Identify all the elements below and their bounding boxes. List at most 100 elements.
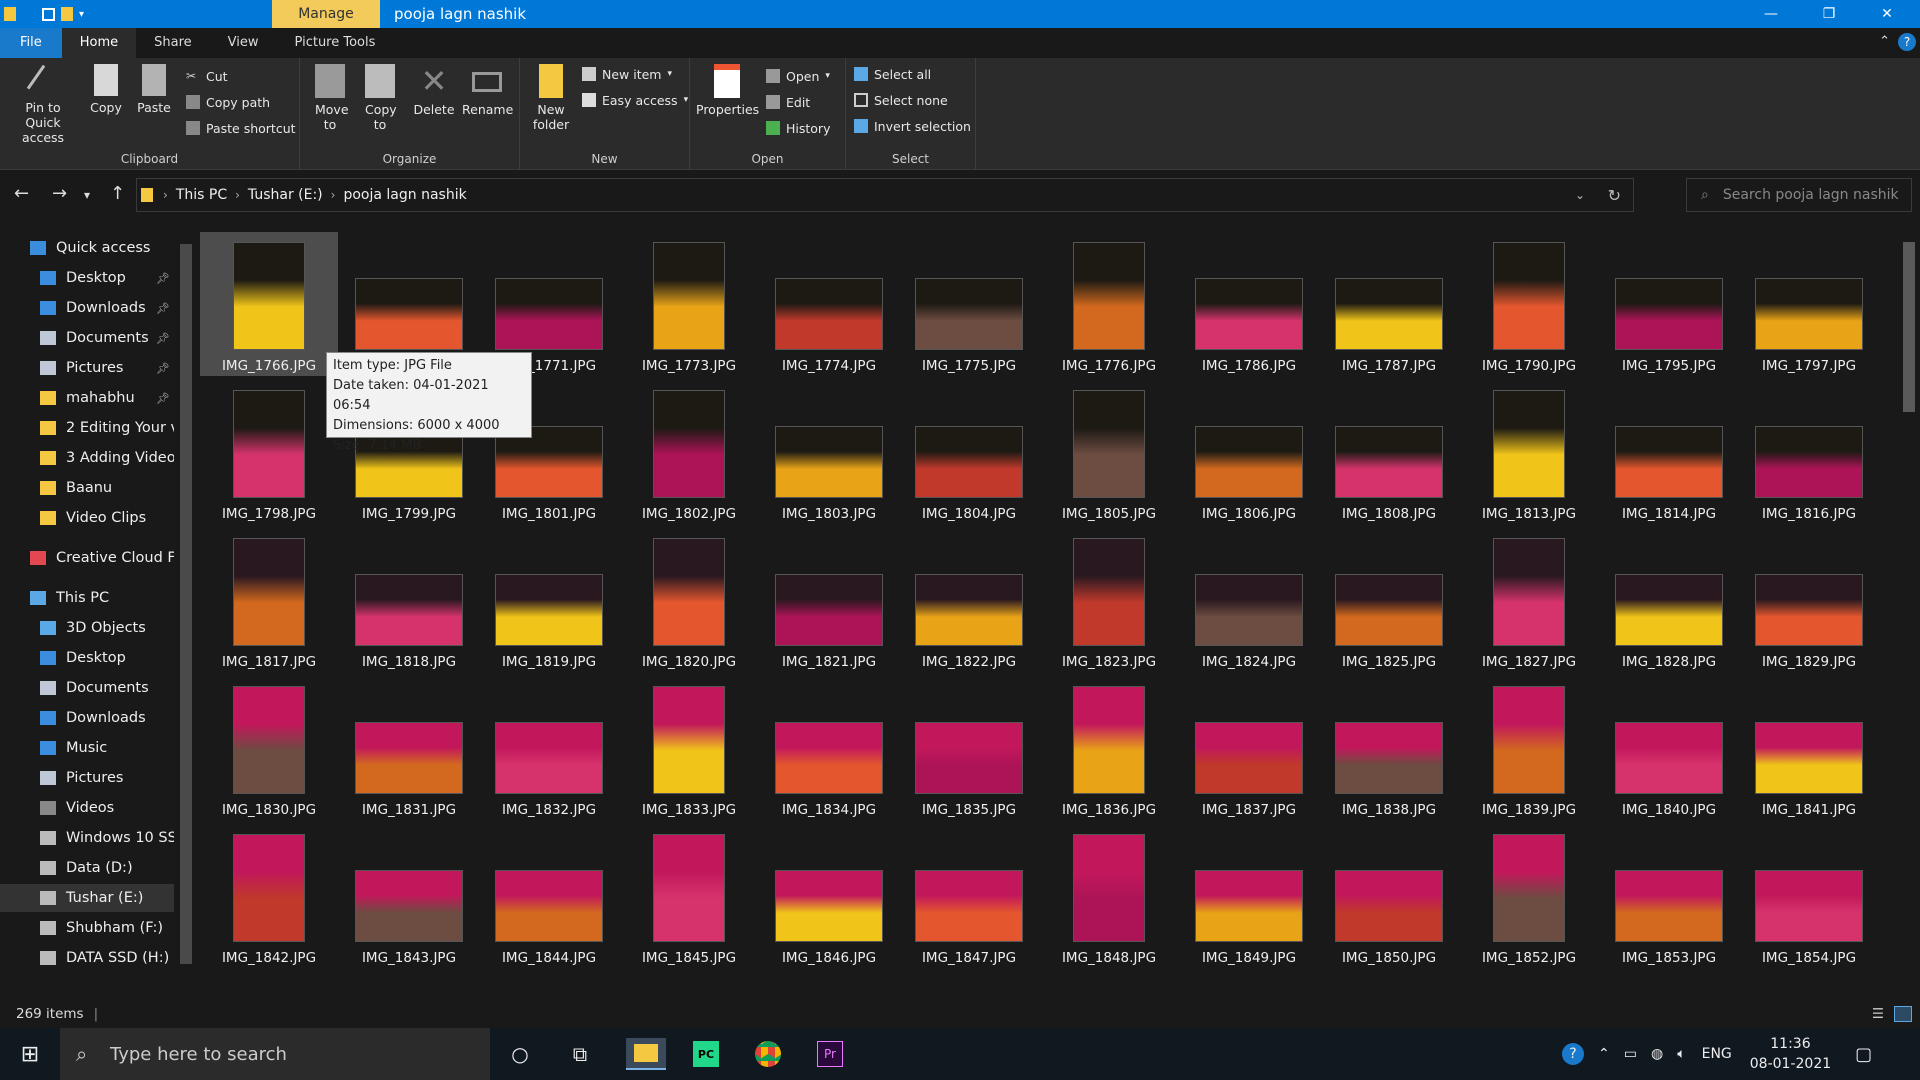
- pin-quick-access-button[interactable]: Pin to Quick access: [6, 64, 80, 145]
- nav-item[interactable]: Creative Cloud File: [0, 544, 174, 572]
- recent-locations-icon[interactable]: ▾: [84, 188, 90, 202]
- manage-tab[interactable]: Manage: [272, 0, 380, 28]
- chrome-icon[interactable]: [752, 1038, 784, 1070]
- cut-button[interactable]: ✂ Cut: [186, 66, 228, 86]
- file-item[interactable]: IMG_1824.JPG: [1180, 528, 1318, 672]
- task-view-icon[interactable]: ⧉: [564, 1038, 596, 1070]
- checkbox-icon[interactable]: [42, 7, 55, 21]
- file-item[interactable]: IMG_1829.JPG: [1740, 528, 1878, 672]
- cortana-icon[interactable]: ○: [504, 1038, 536, 1070]
- nav-item[interactable]: Desktop 📌︎: [0, 264, 174, 292]
- history-button[interactable]: History: [766, 118, 830, 138]
- chevron-up-icon[interactable]: ⌃: [1598, 1046, 1610, 1062]
- file-item[interactable]: IMG_1803.JPG: [760, 380, 898, 524]
- file-item[interactable]: IMG_1798.JPG: [200, 380, 338, 524]
- premiere-pro-icon[interactable]: Pr: [814, 1038, 846, 1070]
- file-item[interactable]: IMG_1776.JPG: [1040, 232, 1178, 376]
- file-item[interactable]: IMG_1847.JPG: [900, 824, 1038, 968]
- file-item[interactable]: IMG_1854.JPG: [1740, 824, 1878, 968]
- file-item[interactable]: IMG_1825.JPG: [1320, 528, 1458, 672]
- nav-item[interactable]: Windows 10 SSD: [0, 824, 174, 852]
- tab-share[interactable]: Share: [136, 28, 210, 58]
- back-arrow-icon[interactable]: ←: [14, 183, 29, 204]
- nav-item[interactable]: Downloads: [0, 704, 174, 732]
- collapse-ribbon-icon[interactable]: ⌃: [1879, 34, 1890, 49]
- file-item[interactable]: IMG_1817.JPG: [200, 528, 338, 672]
- file-item[interactable]: IMG_1844.JPG: [480, 824, 618, 968]
- volume-icon[interactable]: 🔈︎: [1677, 1046, 1685, 1062]
- up-arrow-icon[interactable]: ↑: [110, 183, 125, 204]
- file-item[interactable]: IMG_1846.JPG: [760, 824, 898, 968]
- taskbar-search-input[interactable]: ⌕ Type here to search: [60, 1028, 490, 1080]
- details-view-icon[interactable]: ☰: [1872, 1006, 1884, 1022]
- file-item[interactable]: IMG_1828.JPG: [1600, 528, 1738, 672]
- breadcrumb-drive[interactable]: Tushar (E:): [248, 187, 323, 203]
- file-item[interactable]: IMG_1773.JPG: [620, 232, 758, 376]
- file-item[interactable]: IMG_1805.JPG: [1040, 380, 1178, 524]
- help-icon[interactable]: ?: [1898, 33, 1916, 51]
- file-item[interactable]: IMG_1795.JPG: [1600, 232, 1738, 376]
- nav-item[interactable]: Shubham (F:): [0, 914, 174, 942]
- minimize-button[interactable]: —: [1748, 0, 1794, 28]
- nav-item[interactable]: Documents 📌︎: [0, 324, 174, 352]
- open-button[interactable]: Open ▾: [766, 66, 830, 86]
- nav-item[interactable]: Video Clips: [0, 504, 174, 532]
- file-item[interactable]: IMG_1841.JPG: [1740, 676, 1878, 820]
- nav-item[interactable]: Quick access: [0, 234, 174, 262]
- file-item[interactable]: IMG_1845.JPG: [620, 824, 758, 968]
- file-item[interactable]: IMG_1818.JPG: [340, 528, 478, 672]
- file-item[interactable]: IMG_1823.JPG: [1040, 528, 1178, 672]
- nav-item[interactable]: Downloads 📌︎: [0, 294, 174, 322]
- file-item[interactable]: IMG_1853.JPG: [1600, 824, 1738, 968]
- clock[interactable]: 11:36 08-01-2021: [1750, 1034, 1831, 1074]
- nav-item[interactable]: Data (D:): [0, 854, 174, 882]
- refresh-icon[interactable]: ↻: [1608, 186, 1621, 205]
- nav-item[interactable]: 2 Editing Your vi: [0, 414, 174, 442]
- paste-shortcut-button[interactable]: Paste shortcut: [186, 118, 296, 138]
- large-icons-view-icon[interactable]: [1894, 1006, 1912, 1022]
- chevron-down-icon[interactable]: ▾: [79, 9, 84, 20]
- copy-path-button[interactable]: Copy path: [186, 92, 270, 112]
- paste-button[interactable]: Paste: [134, 64, 174, 115]
- battery-icon[interactable]: ▭: [1624, 1046, 1637, 1062]
- new-item-button[interactable]: New item ▾: [582, 64, 672, 84]
- nav-item[interactable]: Videos: [0, 794, 174, 822]
- nav-item[interactable]: Tushar (E:): [0, 884, 174, 912]
- file-item[interactable]: IMG_1836.JPG: [1040, 676, 1178, 820]
- file-item[interactable]: IMG_1832.JPG: [480, 676, 618, 820]
- file-item[interactable]: IMG_1842.JPG: [200, 824, 338, 968]
- address-bar[interactable]: › This PC › Tushar (E:) › pooja lagn nas…: [136, 178, 1634, 212]
- language-indicator[interactable]: ENG: [1702, 1046, 1732, 1062]
- file-item[interactable]: IMG_1821.JPG: [760, 528, 898, 672]
- chevron-down-icon[interactable]: ⌄: [1575, 188, 1585, 202]
- file-item[interactable]: IMG_1775.JPG: [900, 232, 1038, 376]
- file-item[interactable]: IMG_1827.JPG: [1460, 528, 1598, 672]
- content-scrollbar[interactable]: [1898, 222, 1920, 1000]
- windows-start-icon[interactable]: ⊞: [14, 1038, 46, 1070]
- restore-button[interactable]: ❐: [1806, 0, 1852, 28]
- file-item[interactable]: IMG_1802.JPG: [620, 380, 758, 524]
- nav-item[interactable]: mahabhu 📌︎: [0, 384, 174, 412]
- nav-item[interactable]: 3D Objects: [0, 614, 174, 642]
- file-item[interactable]: IMG_1816.JPG: [1740, 380, 1878, 524]
- file-item[interactable]: IMG_1822.JPG: [900, 528, 1038, 672]
- file-item[interactable]: IMG_1804.JPG: [900, 380, 1038, 524]
- file-item[interactable]: IMG_1819.JPG: [480, 528, 618, 672]
- file-item[interactable]: IMG_1850.JPG: [1320, 824, 1458, 968]
- file-item[interactable]: IMG_1840.JPG: [1600, 676, 1738, 820]
- breadcrumb-this-pc[interactable]: This PC: [176, 187, 227, 203]
- easy-access-button[interactable]: Easy access ▾: [582, 90, 688, 110]
- file-item[interactable]: IMG_1834.JPG: [760, 676, 898, 820]
- search-input[interactable]: ⌕ Search pooja lagn nashik: [1686, 178, 1912, 212]
- rename-button[interactable]: Rename: [462, 64, 513, 117]
- file-item[interactable]: IMG_1852.JPG: [1460, 824, 1598, 968]
- tab-view[interactable]: View: [210, 28, 277, 58]
- file-item[interactable]: IMG_1786.JPG: [1180, 232, 1318, 376]
- file-item[interactable]: IMG_1774.JPG: [760, 232, 898, 376]
- file-item[interactable]: IMG_1808.JPG: [1320, 380, 1458, 524]
- nav-item[interactable]: Pictures 📌︎: [0, 354, 174, 382]
- file-item[interactable]: IMG_1843.JPG: [340, 824, 478, 968]
- folder-icon[interactable]: [4, 7, 16, 21]
- copy-to-button[interactable]: Copy to: [358, 64, 402, 132]
- notifications-icon[interactable]: ▢: [1855, 1044, 1872, 1065]
